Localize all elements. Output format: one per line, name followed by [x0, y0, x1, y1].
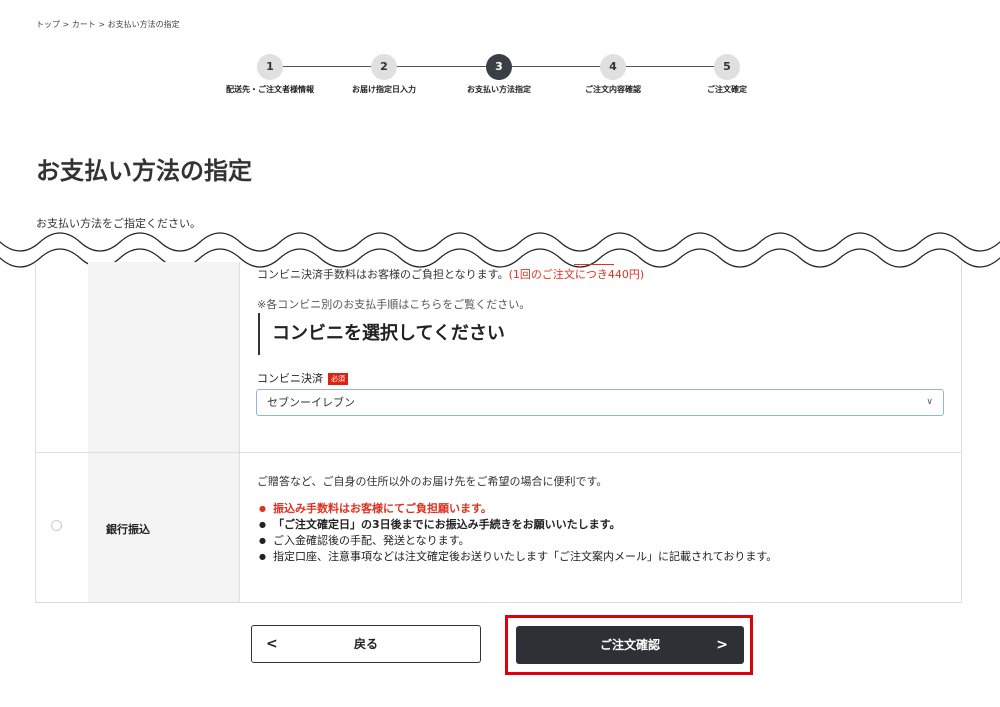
- step-5: 5 ご注文確定: [677, 54, 777, 95]
- convenience-fee-note: コンビニ決済手数料はお客様のご負担となります。(1回のご注文につき440円): [257, 266, 644, 282]
- fee-amount: (1回のご注文につき440円): [508, 268, 645, 281]
- convenience-guide-link[interactable]: ※各コンビニ別のお支払手順はこちらをご覧ください。: [257, 296, 530, 312]
- convenience-field-label: コンビニ決済 必須: [257, 370, 348, 386]
- row-divider: [36, 452, 961, 453]
- step-4: 4 ご注文内容確認: [563, 54, 663, 95]
- step-label: ご注文確定: [707, 85, 747, 94]
- confirm-order-button[interactable]: ご注文確認 >: [516, 626, 744, 664]
- label-column: [88, 262, 240, 602]
- list-item: 「ご注文確定日」の3日後までにお振込み手続きをお願いいたします。: [257, 517, 777, 533]
- list-item: 指定口座、注意事項などは注文確定後お送りいたします「ご注文案内メール」に記載され…: [257, 549, 777, 565]
- chevron-left-icon: <: [266, 636, 278, 652]
- step-3: 3 お支払い方法指定: [449, 54, 549, 95]
- page-title: お支払い方法の指定: [36, 157, 252, 185]
- convenience-store-select[interactable]: セブンーイレブン ∨: [256, 389, 944, 416]
- select-value: セブンーイレブン: [267, 396, 355, 409]
- step-label: お支払い方法指定: [467, 85, 531, 94]
- step-number: 2: [371, 54, 397, 80]
- select-heading: コンビニを選択してください: [258, 313, 505, 355]
- bank-transfer-description: ご贈答など、ご自身の住所以外のお届け先をご希望の場合に便利です。: [257, 475, 608, 488]
- radio-column: [36, 262, 89, 602]
- step-label: 配送先・ご注文者様情報: [226, 85, 314, 94]
- bank-transfer-notes: 振込み手数料はお客様にてご負担願います。 「ご注文確定日」の3日後までにお振込み…: [257, 501, 777, 565]
- confirm-button-label: ご注文確認: [599, 638, 660, 652]
- field-label-text: コンビニ決済: [257, 372, 323, 385]
- breadcrumb[interactable]: トップ > カート > お支払い方法の指定: [36, 19, 180, 30]
- step-number: 1: [257, 54, 283, 80]
- list-item: 振込み手数料はお客様にてご負担願います。: [257, 501, 777, 517]
- step-label: ご注文内容確認: [585, 85, 641, 94]
- back-button-label: 戻る: [353, 637, 378, 651]
- step-number: 4: [600, 54, 626, 80]
- progress-steps: 1 配送先・ご注文者様情報 2 お届け指定日入力 3 お支払い方法指定 4 ご注…: [222, 54, 762, 104]
- list-item: ご入金確認後の手配、発送となります。: [257, 533, 777, 549]
- step-number: 3: [486, 54, 512, 80]
- fee-note-text: コンビニ決済手数料はお客様のご負担となります。: [257, 268, 509, 281]
- step-label: お届け指定日入力: [352, 85, 416, 94]
- bank-transfer-label: 銀行振込: [106, 523, 150, 536]
- required-badge: 必須: [328, 373, 348, 385]
- fee-underline: [574, 264, 614, 265]
- chevron-right-icon: >: [716, 637, 728, 653]
- back-button[interactable]: < 戻る: [251, 625, 481, 663]
- step-2: 2 お届け指定日入力: [334, 54, 434, 95]
- bank-transfer-radio[interactable]: [51, 520, 62, 531]
- chevron-down-icon: ∨: [926, 397, 933, 407]
- step-number: 5: [714, 54, 740, 80]
- step-1: 1 配送先・ご注文者様情報: [220, 54, 320, 95]
